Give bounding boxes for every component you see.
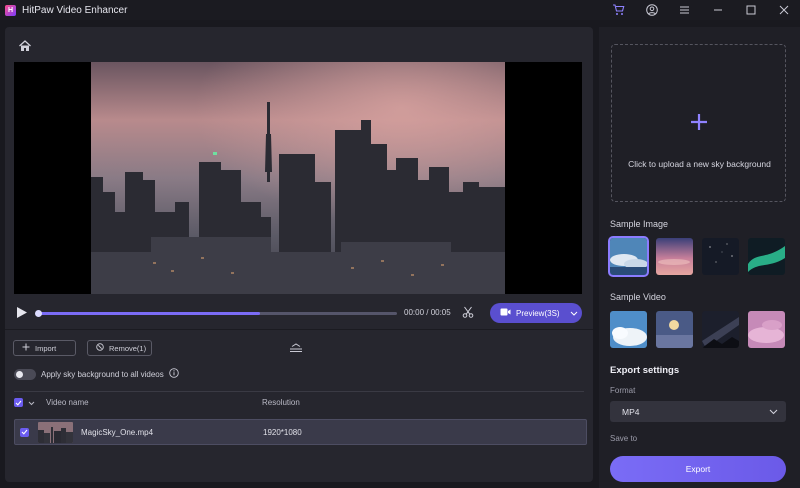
sample-video-row bbox=[610, 311, 785, 348]
apply-sky-toggle[interactable] bbox=[14, 368, 36, 380]
remove-label: Remove(1) bbox=[109, 343, 147, 353]
app-title: HitPaw Video Enhancer bbox=[22, 4, 128, 16]
collapse-panel-icon[interactable] bbox=[289, 343, 303, 355]
scissors-icon[interactable] bbox=[462, 306, 474, 320]
title-bar: H HitPaw Video Enhancer bbox=[0, 0, 800, 20]
sky-settings-panel: Click to upload a new sky background Sam… bbox=[599, 27, 800, 488]
app-logo: H bbox=[5, 4, 16, 16]
sample-image-heading: Sample Image bbox=[610, 219, 669, 229]
format-label: Format bbox=[610, 386, 636, 395]
plus-icon bbox=[22, 343, 30, 353]
export-label: Export bbox=[685, 464, 711, 474]
close-icon[interactable] bbox=[767, 0, 800, 20]
export-button[interactable]: Export bbox=[610, 456, 786, 482]
table-row[interactable]: MagicSky_One.mp4 1920*1080 bbox=[14, 419, 587, 445]
sample-image-clouds[interactable] bbox=[608, 236, 649, 277]
editor-panel: 00:00 / 00:05 Preview(3S) Import Remove(… bbox=[5, 27, 593, 482]
row-video-name: MagicSky_One.mp4 bbox=[81, 427, 154, 437]
video-thumbnail bbox=[38, 422, 73, 443]
import-button[interactable]: Import bbox=[13, 340, 76, 356]
sample-video-milky-way[interactable] bbox=[702, 311, 739, 348]
maximize-icon[interactable] bbox=[734, 0, 767, 20]
sort-chevron-icon[interactable] bbox=[28, 398, 35, 408]
preview-button[interactable]: Preview(3S) bbox=[490, 303, 582, 323]
account-icon[interactable] bbox=[635, 0, 668, 20]
progress-fill bbox=[37, 312, 261, 315]
cart-icon[interactable] bbox=[602, 0, 635, 20]
apply-sky-row: Apply sky background to all videos bbox=[14, 367, 179, 381]
sample-video-heading: Sample Video bbox=[610, 292, 666, 302]
file-toolbar: Import Remove(1) bbox=[5, 335, 593, 359]
table-header: Video name Resolution bbox=[14, 391, 584, 413]
progress-handle[interactable] bbox=[35, 310, 42, 317]
preview-label: Preview(3S) bbox=[516, 308, 560, 318]
save-to-label: Save to bbox=[610, 434, 638, 443]
sample-image-row bbox=[608, 236, 785, 277]
import-label: Import bbox=[35, 343, 57, 353]
chevron-down-icon bbox=[769, 407, 778, 417]
sample-image-night[interactable] bbox=[702, 238, 739, 275]
column-resolution[interactable]: Resolution bbox=[262, 398, 300, 407]
row-checkbox[interactable] bbox=[20, 427, 29, 437]
divider bbox=[5, 329, 593, 330]
sample-video-pink-clouds[interactable] bbox=[748, 311, 785, 348]
export-settings-heading: Export settings bbox=[610, 365, 680, 376]
row-resolution: 1920*1080 bbox=[263, 427, 302, 437]
info-icon[interactable] bbox=[168, 368, 179, 380]
video-frame-city-skyline bbox=[91, 62, 505, 294]
progress-bar[interactable] bbox=[35, 310, 397, 317]
apply-sky-label: Apply sky background to all videos bbox=[41, 369, 164, 379]
remove-circle-icon bbox=[96, 343, 104, 353]
menu-icon[interactable] bbox=[668, 0, 701, 20]
remove-button[interactable]: Remove(1) bbox=[87, 340, 152, 356]
format-select[interactable]: MP4 bbox=[610, 401, 786, 422]
video-preview[interactable] bbox=[14, 62, 582, 294]
column-video-name[interactable]: Video name bbox=[46, 398, 89, 407]
select-all-checkbox[interactable] bbox=[14, 398, 23, 407]
sample-video-cumulus[interactable] bbox=[610, 311, 647, 348]
sample-video-moon[interactable] bbox=[656, 311, 693, 348]
sample-image-aurora[interactable] bbox=[748, 238, 785, 275]
video-camera-icon bbox=[500, 308, 511, 318]
upload-sky-dropzone[interactable]: Click to upload a new sky background bbox=[611, 44, 786, 202]
home-icon[interactable] bbox=[18, 39, 32, 53]
chevron-down-icon[interactable] bbox=[570, 309, 578, 318]
playback-controls: 00:00 / 00:05 Preview(3S) bbox=[5, 299, 593, 327]
format-value: MP4 bbox=[622, 406, 640, 417]
minimize-icon[interactable] bbox=[701, 0, 734, 20]
play-icon[interactable] bbox=[16, 306, 28, 321]
add-icon bbox=[690, 113, 708, 133]
upload-text: Click to upload a new sky background bbox=[628, 159, 771, 169]
time-readout: 00:00 / 00:05 bbox=[404, 308, 451, 317]
sample-image-sunset[interactable] bbox=[656, 238, 693, 275]
